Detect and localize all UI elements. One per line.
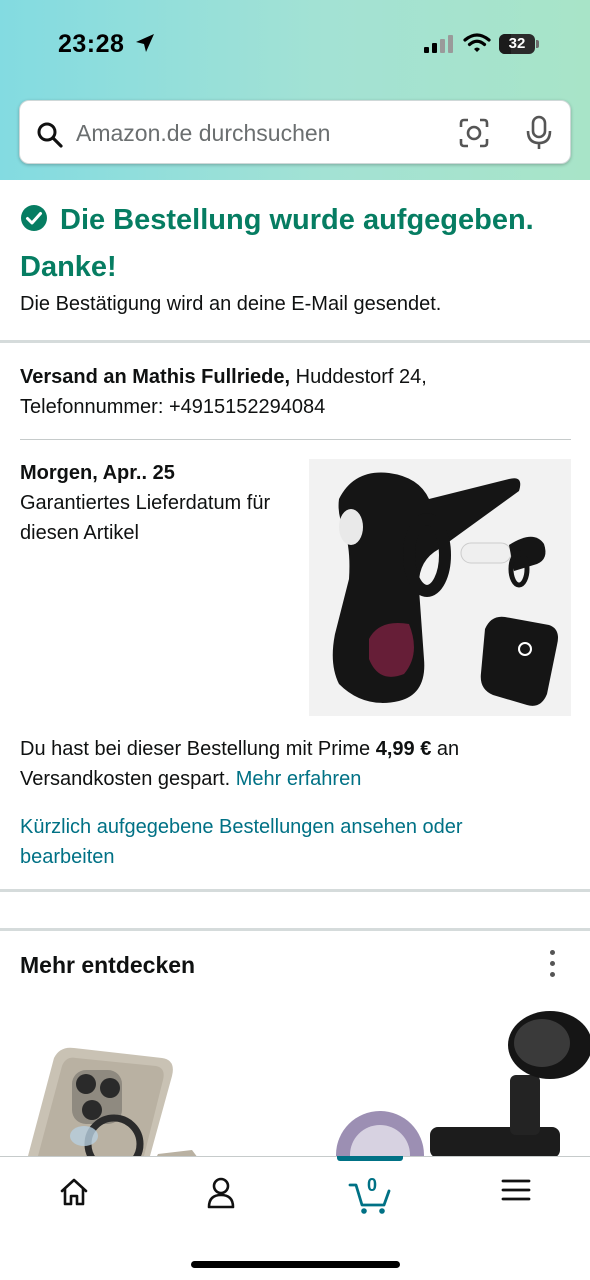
tab-account[interactable]	[191, 1177, 251, 1217]
divider	[20, 439, 571, 440]
header-background: 23:28 32	[0, 0, 590, 180]
prime-amount: 4,99 €	[375, 738, 432, 760]
view-orders-link[interactable]: Kürzlich aufgegebene Bestellungen ansehe…	[20, 812, 560, 872]
wifi-icon	[463, 32, 491, 59]
learn-more-link[interactable]: Mehr erfahren	[236, 768, 362, 790]
prime-text-before: Du hast bei dieser Bestellung mit Prime	[20, 738, 376, 760]
tab-cart[interactable]: 0	[340, 1175, 400, 1217]
product-image[interactable]	[309, 459, 571, 716]
divider	[0, 928, 590, 931]
more-vertical-icon[interactable]	[543, 950, 561, 980]
home-icon[interactable]	[59, 1177, 89, 1217]
search-icon[interactable]	[36, 121, 64, 154]
check-circle-icon	[20, 201, 48, 245]
prime-savings: Du hast bei dieser Bestellung mit Prime …	[20, 734, 575, 794]
account-icon[interactable]	[206, 1177, 236, 1217]
camera-scan-icon[interactable]	[458, 117, 490, 154]
tab-home[interactable]	[44, 1177, 104, 1217]
battery-icon: 32	[499, 34, 539, 54]
menu-icon[interactable]	[501, 1177, 531, 1217]
cart-count: 0	[366, 1175, 377, 1195]
recommendation-phone-case[interactable]	[22, 1046, 222, 1174]
confirmation-title-text: Die Bestellung wurde aufgegeben. Danke!	[20, 204, 534, 283]
home-indicator	[191, 1261, 400, 1268]
microphone-icon[interactable]	[526, 115, 552, 156]
delivery-info: Morgen, Apr.. 25 Garantiertes Lieferdatu…	[20, 458, 300, 548]
shipping-label: Versand an Mathis Fullriede,	[20, 366, 291, 388]
recommendation-phone-holder[interactable]	[330, 1005, 590, 1199]
discover-title: Mehr entdecken	[20, 952, 196, 978]
delivery-note: Garantiertes Lieferdatum für diesen Arti…	[20, 492, 271, 544]
status-time: 23:28	[58, 30, 125, 58]
delivery-date: Morgen, Apr.. 25	[20, 462, 175, 484]
tab-menu[interactable]	[486, 1177, 546, 1217]
cell-signal-icon	[424, 34, 454, 59]
confirmation-subtitle: Die Bestätigung wird an deine E-Mail ges…	[20, 293, 442, 315]
divider	[0, 340, 590, 343]
search-input[interactable]	[76, 113, 446, 153]
divider	[0, 889, 590, 892]
confirmation-title: Die Bestellung wurde aufgegeben. Danke!	[20, 198, 575, 289]
search-bar[interactable]	[19, 100, 571, 164]
shipping-info: Versand an Mathis Fullriede, Huddestorf …	[20, 362, 575, 422]
location-arrow-icon	[134, 32, 156, 59]
status-bar: 23:28 32	[0, 28, 590, 62]
battery-level: 32	[508, 35, 526, 52]
cart-icon[interactable]: 0	[348, 1175, 392, 1214]
order-confirmation: Die Bestellung wurde aufgegeben. Danke! …	[20, 198, 575, 315]
active-tab-indicator	[337, 1156, 403, 1161]
